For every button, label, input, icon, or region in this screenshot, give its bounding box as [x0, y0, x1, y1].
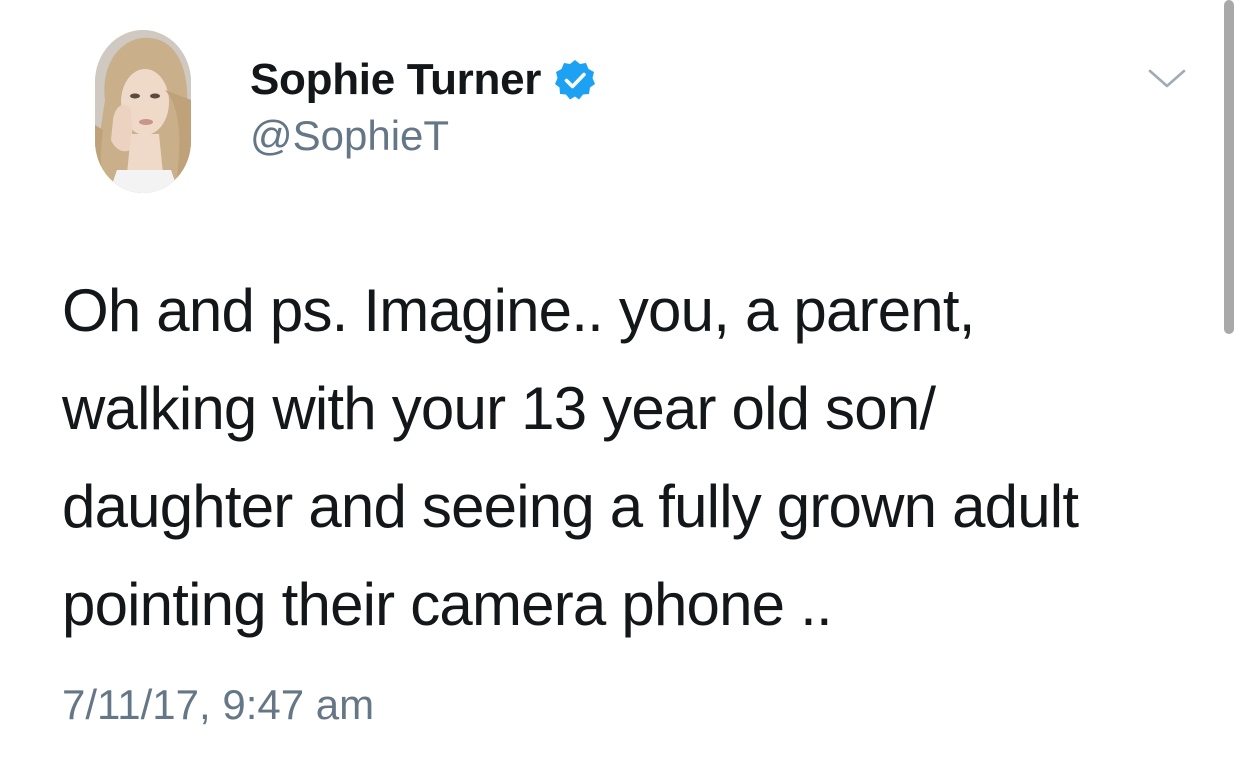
user-name-row[interactable]: Sophie Turner — [250, 52, 597, 108]
chevron-down-icon[interactable] — [1147, 67, 1187, 91]
avatar[interactable] — [95, 30, 191, 193]
tweet-card: Sophie Turner @SophieT Oh and ps. Imagin… — [0, 0, 1242, 767]
user-handle[interactable]: @SophieT — [250, 112, 449, 160]
tweet-text: Oh and ps. Imagine.. you, a parent, walk… — [62, 262, 1182, 654]
tweet-text-line: walking with your 13 year old son/ — [62, 375, 936, 442]
tweet-text-line: Oh and ps. Imagine.. you, a parent, — [62, 277, 975, 344]
tweet-timestamp[interactable]: 7/11/17, 9:47 am — [62, 681, 374, 729]
verified-badge-icon — [553, 58, 597, 102]
tweet-text-line: pointing their camera phone .. — [62, 571, 833, 638]
avatar-photo — [95, 30, 191, 193]
display-name[interactable]: Sophie Turner — [250, 55, 541, 105]
tweet-text-line: daughter and seeing a fully grown adult — [62, 473, 1079, 540]
scrollbar[interactable] — [1224, 0, 1234, 334]
